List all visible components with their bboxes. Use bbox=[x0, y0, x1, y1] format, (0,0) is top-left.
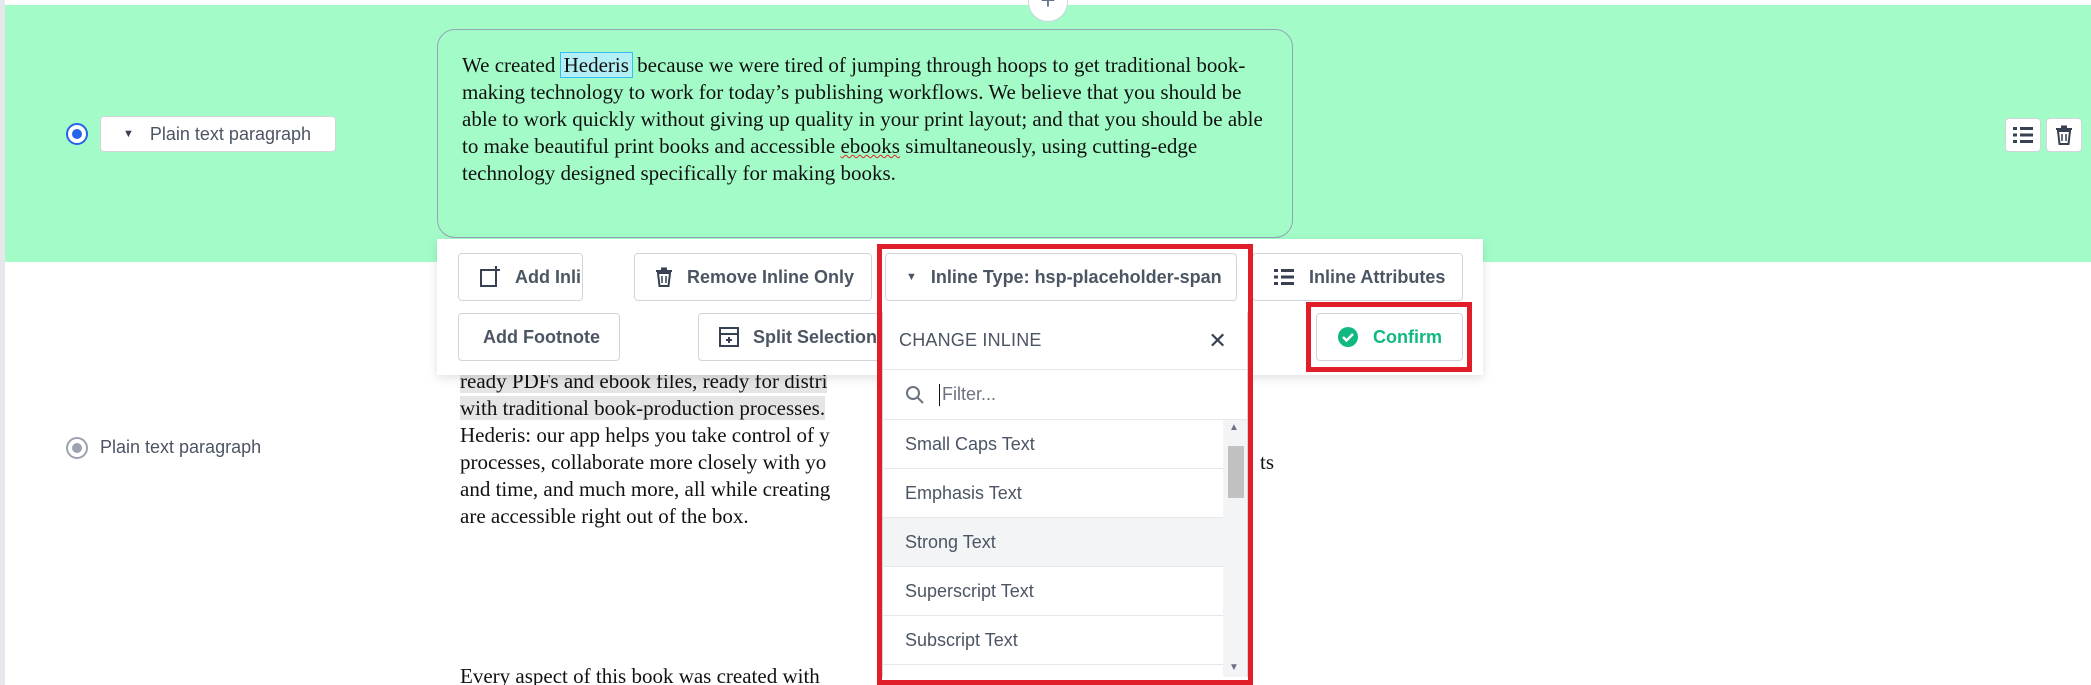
add-inline-label: Add Inline bbox=[515, 266, 582, 287]
block-select-radio[interactable] bbox=[66, 437, 88, 459]
split-selection-button[interactable]: Split Selection B bbox=[698, 313, 884, 361]
block-type-label: Plain text paragraph bbox=[149, 123, 311, 144]
paragraph-line: with traditional book-production process… bbox=[460, 396, 826, 420]
annotation-highlight-box bbox=[877, 244, 1253, 685]
block-select-radio[interactable] bbox=[66, 123, 88, 145]
trash-icon bbox=[655, 267, 673, 287]
block-type-dropdown[interactable]: ▼ Plain text paragraph bbox=[100, 116, 336, 152]
add-inline-button[interactable]: Add Inline bbox=[458, 253, 583, 301]
misspelled-word[interactable]: ebooks bbox=[840, 134, 900, 158]
split-selection-label: Split Selection B bbox=[753, 326, 884, 347]
trash-icon bbox=[2056, 125, 2072, 145]
block-list-button[interactable] bbox=[2005, 118, 2041, 152]
block-type-label[interactable]: Plain text paragraph bbox=[100, 437, 261, 458]
block-delete-button[interactable] bbox=[2046, 118, 2082, 152]
remove-inline-button[interactable]: Remove Inline Only bbox=[634, 253, 872, 301]
paragraph-editor[interactable]: We created Hederis because we were tired… bbox=[437, 29, 1293, 238]
paragraph-line-tail: ts bbox=[1260, 450, 1275, 474]
annotation-highlight-box bbox=[1306, 302, 1472, 372]
caret-down-icon: ▼ bbox=[123, 128, 134, 140]
list-icon bbox=[1273, 267, 1295, 287]
inline-attributes-button[interactable]: Inline Attributes bbox=[1252, 253, 1463, 301]
paragraph-text: We created bbox=[462, 53, 561, 77]
inline-attributes-label: Inline Attributes bbox=[1309, 266, 1446, 287]
add-footnote-button[interactable]: Add Footnote bbox=[458, 313, 620, 361]
paragraph-line: processes, collaborate more closely with… bbox=[460, 450, 827, 474]
list-icon bbox=[2013, 127, 2033, 143]
selected-inline-text[interactable]: Hederis bbox=[559, 52, 633, 78]
remove-inline-label: Remove Inline Only bbox=[687, 266, 855, 287]
add-inline-icon bbox=[479, 266, 501, 288]
split-icon bbox=[719, 327, 739, 347]
add-footnote-label: Add Footnote bbox=[483, 326, 600, 347]
